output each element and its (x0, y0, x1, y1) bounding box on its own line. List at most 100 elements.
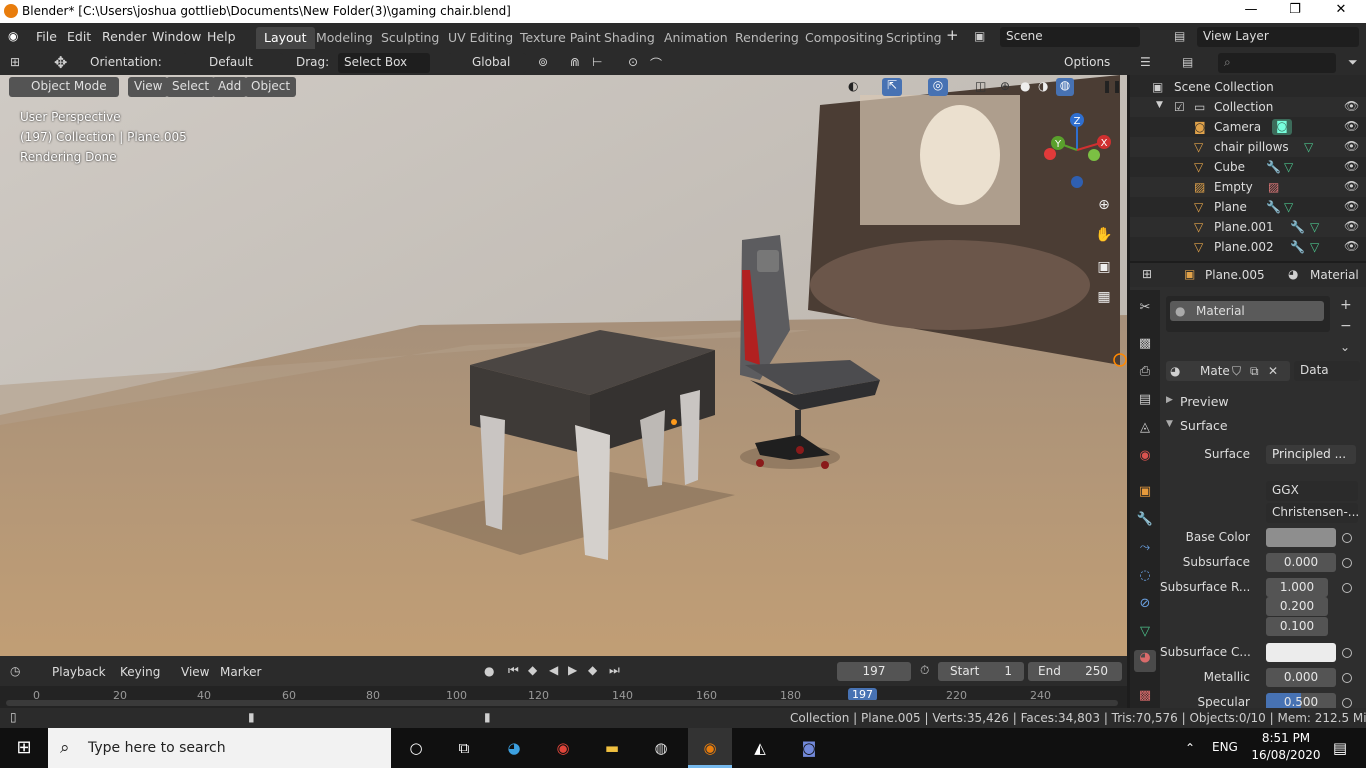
world-tab-icon[interactable]: ◉ (1136, 448, 1154, 466)
timeline-scrollbar[interactable] (6, 700, 1118, 706)
preview-panel-header[interactable]: ▶ Preview (1162, 392, 1366, 412)
material-tab-icon[interactable]: ◕ (1134, 650, 1156, 672)
modifier-icon[interactable]: 🔧 (1290, 240, 1305, 254)
outliner-row-plane-002[interactable]: ▽ Plane.002 🔧 ▽ 👁 (1130, 237, 1366, 257)
render-tab-icon[interactable]: ▩ (1136, 336, 1154, 354)
modifier-tab-icon[interactable]: 🔧 (1136, 512, 1154, 530)
maximize-button[interactable]: ❐ (1285, 2, 1305, 20)
tab-scripting[interactable]: Scripting (878, 27, 950, 49)
timeline-editor-icon[interactable]: ◷ (10, 664, 20, 678)
material-shading-icon[interactable]: ◑ (1038, 79, 1048, 93)
snap-icon[interactable]: ⋒ (570, 55, 580, 69)
pause-render-icon[interactable]: ❚❚ (1102, 79, 1122, 93)
pivot-icon[interactable]: ⊚ (538, 55, 548, 69)
minimize-button[interactable]: — (1241, 2, 1261, 20)
cortana-icon[interactable]: ○ (402, 734, 430, 762)
subsurface-radius-y[interactable]: 0.200 (1266, 597, 1328, 616)
outliner-row-cube[interactable]: ▽ Cube 🔧 ▽ 👁 (1130, 157, 1366, 177)
tab-layout[interactable]: Layout (256, 27, 315, 49)
object-tab-icon[interactable]: ▣ (1136, 484, 1154, 502)
metallic-field[interactable]: 0.000 (1266, 668, 1336, 687)
tool-tab-icon[interactable]: ✂ (1136, 300, 1154, 318)
obs-icon[interactable]: ◍ (647, 734, 675, 762)
duplicate-icon[interactable]: ⧉ (1250, 364, 1259, 379)
tab-sculpting[interactable]: Sculpting (373, 27, 447, 49)
menu-keying[interactable]: Keying (120, 665, 160, 679)
specular-field[interactable]: 0.500 (1266, 693, 1336, 708)
camera-data-icon[interactable]: ◙ (1272, 119, 1292, 135)
socket-icon[interactable] (1342, 648, 1352, 658)
tray-chevron-icon[interactable]: ⌃ (1176, 734, 1204, 762)
mesh-data-icon[interactable]: ▽ (1284, 160, 1293, 174)
scene-field[interactable]: Scene (1000, 27, 1140, 47)
menu-add[interactable]: Add (212, 77, 248, 97)
menu-file[interactable]: File (36, 29, 57, 44)
outliner-row-plane-001[interactable]: ▽ Plane.001 🔧 ▽ 👁 (1130, 217, 1366, 237)
link-dropdown[interactable]: Data (1294, 361, 1360, 381)
visibility-icon[interactable]: ◐ (848, 79, 858, 93)
mesh-data-icon[interactable]: ▽ (1304, 140, 1313, 154)
browse-material-icon[interactable]: ◕ (1170, 364, 1180, 378)
tab-uv-editing[interactable]: UV Editing (440, 27, 521, 49)
material-datablock[interactable]: ◕ Mate ⛉ ⧉ ✕ (1166, 361, 1290, 381)
transform-orientation-dropdown[interactable]: Global (448, 53, 526, 73)
socket-icon[interactable] (1342, 533, 1352, 543)
eye-icon[interactable]: 👁 (1344, 199, 1359, 213)
menu-window[interactable]: Window (152, 29, 201, 44)
falloff-icon[interactable]: ⌒ (650, 55, 662, 72)
solid-shading-icon[interactable]: ● (1020, 79, 1030, 93)
unlink-icon[interactable]: ✕ (1268, 364, 1278, 378)
end-frame-field[interactable]: End 250 (1028, 662, 1122, 681)
next-keyframe-icon[interactable]: ◆ (588, 663, 597, 677)
socket-icon[interactable] (1342, 673, 1352, 683)
outliner-editor-icon[interactable]: ☰ (1140, 55, 1151, 69)
snap-target-icon[interactable]: ⊢ (592, 55, 602, 69)
editor-type-icon[interactable]: ⊞ (10, 55, 20, 69)
eye-icon[interactable]: 👁 (1344, 159, 1359, 173)
menu-render[interactable]: Render (102, 29, 147, 44)
menu-playback[interactable]: Playback (52, 665, 106, 679)
modifier-icon[interactable]: 🔧 (1290, 220, 1305, 234)
discord-icon[interactable]: ◙ (795, 734, 823, 762)
subsurface-color-swatch[interactable] (1266, 643, 1336, 662)
clock-date[interactable]: 16/08/2020 (1250, 748, 1322, 762)
notifications-icon[interactable]: ▤ (1326, 734, 1354, 762)
overlay-toggle-icon[interactable]: ◎ (928, 78, 948, 96)
tab-texture-paint[interactable]: Texture Paint (512, 27, 609, 49)
eye-icon[interactable]: 👁 (1344, 119, 1359, 133)
eye-icon[interactable]: 👁 (1344, 139, 1359, 153)
socket-icon[interactable] (1342, 698, 1352, 708)
edge-icon[interactable]: ◕ (500, 734, 528, 762)
scene-icon[interactable]: ▣ (974, 29, 985, 43)
camera-view-icon[interactable]: ▣ (1092, 255, 1116, 279)
outliner-row-collection[interactable]: ▼ ☑ ▭ Collection 👁 (1130, 97, 1366, 117)
menu-select[interactable]: Select (166, 77, 216, 97)
taskbar-search[interactable]: ⌕ Type here to search (48, 728, 391, 768)
add-workspace-button[interactable]: + (946, 26, 959, 44)
timeline-ruler[interactable]: 0 20 40 60 80 100 120 140 160 180 197 22… (0, 686, 1127, 708)
mesh-data-icon[interactable]: ▽ (1310, 240, 1319, 254)
ortho-grid-icon[interactable]: ▦ (1092, 285, 1116, 309)
tab-modeling[interactable]: Modeling (308, 27, 381, 49)
drag-dropdown[interactable]: Select Box (338, 53, 430, 73)
menu-edit[interactable]: Edit (67, 29, 91, 44)
slot-menu-icon[interactable]: ⌄ (1340, 340, 1350, 354)
options-dropdown[interactable]: Options (1058, 53, 1122, 73)
menu-view[interactable]: View (128, 77, 169, 97)
menu-marker[interactable]: Marker (220, 665, 261, 679)
texture-tab-icon[interactable]: ▩ (1136, 688, 1154, 706)
surface-shader-field[interactable]: Principled ... (1266, 445, 1356, 464)
mesh-data-icon[interactable]: ▽ (1310, 220, 1319, 234)
clock-time[interactable]: 8:51 PM (1256, 731, 1316, 745)
mesh-data-icon[interactable]: ▽ (1284, 200, 1293, 214)
windows-start-icon[interactable]: ⊞ (10, 734, 38, 762)
surface-panel-header[interactable]: ▼ Surface (1162, 416, 1366, 436)
constraints-tab-icon[interactable]: ⊘ (1136, 596, 1154, 614)
3d-viewport[interactable]: User Perspective (197) Collection | Plan… (0, 75, 1127, 656)
record-icon[interactable]: ● (484, 664, 494, 678)
blender-taskbar-item[interactable]: ◉ (688, 728, 732, 768)
material-slot-item[interactable]: ● Material (1170, 301, 1324, 321)
subsurface-radius-x[interactable]: 1.000 (1266, 578, 1328, 597)
proportional-edit-icon[interactable]: ⊙ (628, 55, 638, 69)
navigation-gizmo[interactable]: Z X Y (1040, 110, 1115, 190)
